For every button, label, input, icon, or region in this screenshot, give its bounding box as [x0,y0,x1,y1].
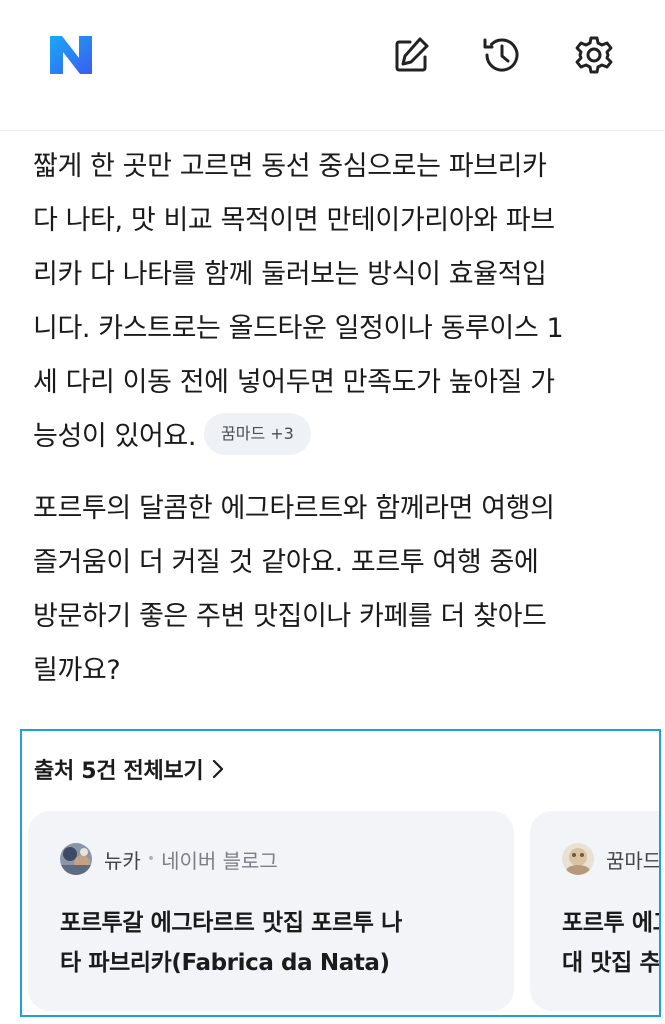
source-card[interactable]: 뉴카 • 네이버 블로그 포르투갈 에그타르트 맛집 포르투 나 타 파브리카(… [28,811,514,1011]
title-line: 타 파브리카(Fabrica da Nata) [60,950,390,976]
new-chat-icon[interactable] [388,32,434,78]
source-card-meta: 뉴카 • 네이버 블로그 [60,843,278,875]
source-card-title: 포르투갈 에그타르트 맛집 포르투 나 타 파브리카(Fabrica da Na… [60,903,500,983]
answer-line: 세 다리 이동 전에 넣어두면 만족도가 높아질 가 [33,367,555,398]
sources-section: 출처 5건 전체보기 뉴카 • 네이버 블로그 포르투갈 에그타르트 맛집 포르… [20,729,661,1017]
source-author: 꿈마드 [606,848,661,873]
answer-line: 니다. 카스트로는 올드타운 일정이나 동루이스 1 [33,313,564,344]
source-card[interactable]: 꿈마드 포르투 에그 대 맛집 추 [530,811,661,1011]
source-chip[interactable]: 꿈마드 +3 [204,412,311,455]
meta-separator: • [146,851,156,867]
title-line: 대 맛집 추 [562,950,661,976]
source-card-meta: 꿈마드 [562,843,661,875]
avatar [60,843,92,875]
top-header [0,0,665,131]
history-icon[interactable] [478,32,524,78]
naver-n-icon [50,36,92,74]
source-platform: 네이버 블로그 [161,848,278,873]
sources-header-label: 출처 5건 전체보기 [34,759,204,784]
answer-paragraph-1: 짧게 한 곳만 고르면 동선 중심으로는 파브리카 다 나타, 맛 비교 목적이… [33,140,633,464]
answer-line: 다 나타, 맛 비교 목적이면 만테이가리아와 파브 [33,205,555,236]
chevron-right-icon [213,759,224,779]
answer-line: 능성이 있어요. [33,421,197,452]
avatar [562,843,594,875]
naver-logo[interactable] [48,34,94,76]
answer-line: 리카 다 나타를 함께 둘러보는 방식이 효율적입 [33,259,547,290]
answer-paragraph-2: 포르투의 달콤한 에그타르트와 함께라면 여행의 즐거움이 더 커질 것 같아요… [33,482,633,698]
source-card-partial[interactable] [20,811,22,1011]
source-author: 뉴카 [104,848,141,873]
answer-line: 즐거움이 더 커질 것 같아요. 포르투 여행 중에 [33,547,539,578]
answer-line: 포르투의 달콤한 에그타르트와 함께라면 여행의 [33,493,555,524]
answer-body: 짧게 한 곳만 고르면 동선 중심으로는 파브리카 다 나타, 맛 비교 목적이… [33,140,633,698]
sources-view-all[interactable]: 출처 5건 전체보기 [34,753,225,785]
answer-line: 릴까요? [33,655,121,686]
answer-line: 방문하기 좋은 주변 맛집이나 카페를 더 찾아드 [33,601,547,632]
answer-line: 짧게 한 곳만 고르면 동선 중심으로는 파브리카 [33,151,547,182]
source-card-title: 포르투 에그 대 맛집 추 [562,903,661,983]
gear-icon[interactable] [571,32,617,78]
title-line: 포르투갈 에그타르트 맛집 포르투 나 [60,910,402,936]
title-line: 포르투 에그 [562,910,659,936]
